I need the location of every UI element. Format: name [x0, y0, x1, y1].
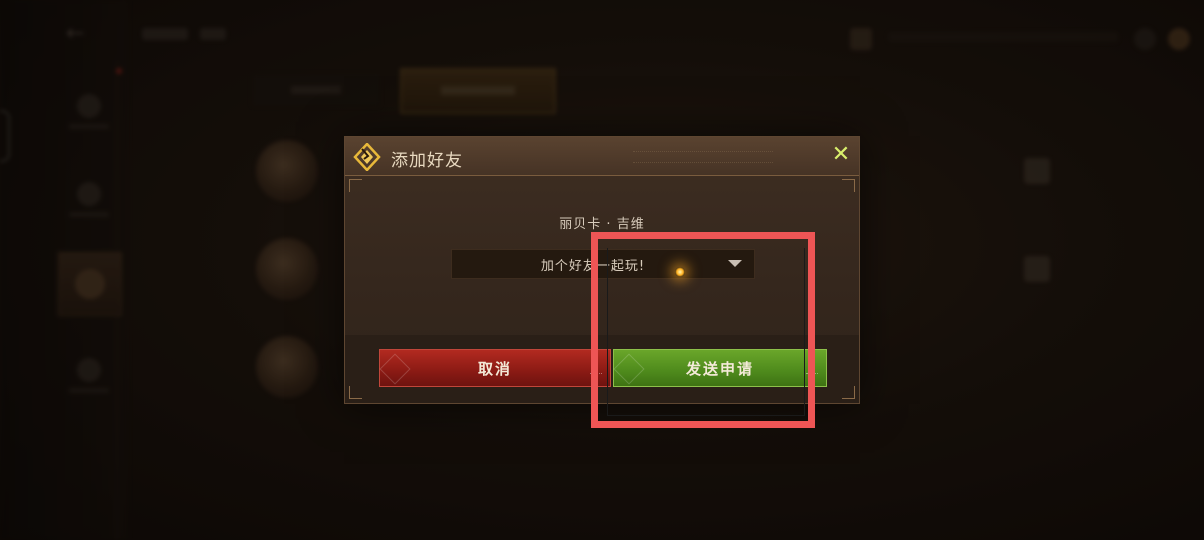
- cancel-button[interactable]: 取消: [379, 349, 611, 387]
- corner-ornament: [349, 386, 362, 399]
- corner-ornament: [842, 179, 855, 192]
- corner-ornament: [842, 386, 855, 399]
- corner-ornament: [349, 179, 362, 192]
- dialog-header: 添加好友 ✕: [345, 137, 859, 176]
- game-screen: ← 添加好友 ✕ 丽贝卡 · 吉维 加个好友一起玩! 取消 发送申请: [0, 0, 1204, 540]
- cancel-button-label: 取消: [477, 359, 512, 378]
- close-icon[interactable]: ✕: [831, 144, 851, 166]
- dialog-title: 添加好友: [391, 151, 463, 171]
- player-name: 丽贝卡 · 吉维: [559, 217, 645, 232]
- knot-ornament-icon: [379, 353, 411, 385]
- diamond-emblem-icon: [353, 143, 381, 171]
- highlight-annotation: [591, 232, 815, 428]
- header-ornament: [633, 151, 773, 163]
